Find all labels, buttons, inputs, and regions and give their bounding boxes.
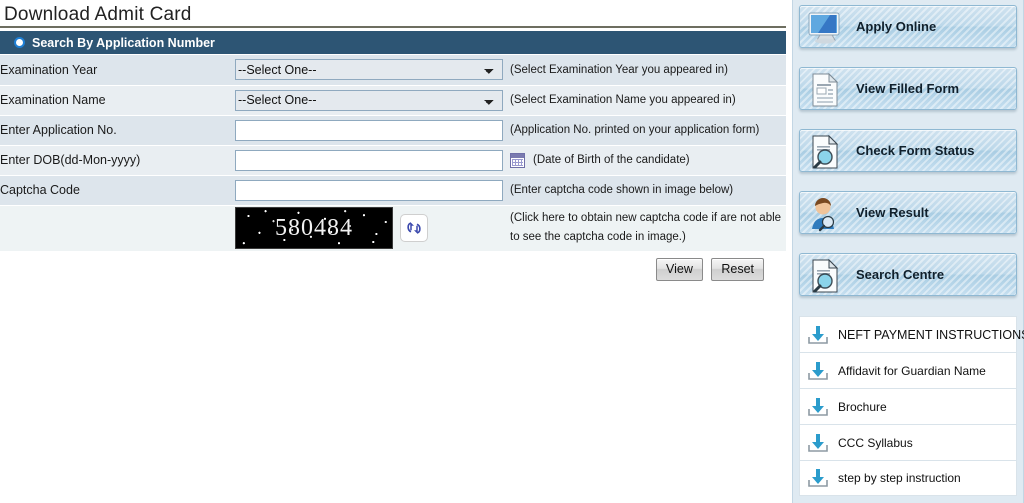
sidebar-item-label: View Result <box>856 205 929 220</box>
download-link-affidavit-for-guardian-name[interactable]: Affidavit for Guardian Name <box>799 352 1017 388</box>
examination-year-select[interactable]: --Select One-- <box>235 59 503 81</box>
captcha-row: 580484 <box>235 207 510 249</box>
radio-selected-icon[interactable] <box>14 37 25 48</box>
sidebar-item-label: Check Form Status <box>856 143 975 158</box>
panel-header-label: Search By Application Number <box>32 35 215 50</box>
download-link-step-by-step-instruction[interactable]: step by step instruction <box>799 460 1017 496</box>
sidebar-nav-list: Apply Online View Filled Form Check Form… <box>793 0 1023 296</box>
field-captcha-code <box>235 175 510 206</box>
user-icon <box>804 193 846 235</box>
form-button-bar: View Reset <box>0 251 786 281</box>
view-button[interactable]: View <box>656 257 703 281</box>
application-no-input[interactable] <box>235 119 503 141</box>
captcha-spacer-cell <box>0 205 235 252</box>
form-row-captcha-image: 580484 (Click here to obtain new captcha… <box>0 205 786 252</box>
label-dob: Enter DOB(dd-Mon-yyyy) <box>0 145 235 176</box>
download-icon <box>806 431 830 455</box>
captcha-code-input[interactable] <box>235 179 503 201</box>
field-examination-name: --Select One-- <box>235 85 510 116</box>
document-search-icon <box>804 255 846 297</box>
download-link-label: step by step instruction <box>838 471 961 485</box>
download-icon <box>806 359 830 383</box>
label-application-no: Enter Application No. <box>0 115 235 146</box>
hint-examination-year: (Select Examination Year you appeared in… <box>510 55 786 86</box>
download-link-brochure[interactable]: Brochure <box>799 388 1017 424</box>
sidebar-item-apply-online[interactable]: Apply Online <box>799 5 1017 48</box>
download-link-ccc-syllabus[interactable]: CCC Syllabus <box>799 424 1017 460</box>
sidebar-item-search-centre[interactable]: Search Centre <box>799 253 1017 296</box>
search-panel: Search By Application Number Examination… <box>0 31 786 252</box>
captcha-code-text: 580484 <box>275 214 353 241</box>
download-icon <box>806 466 830 490</box>
calendar-icon[interactable] <box>510 152 525 168</box>
document-search-icon <box>804 131 846 173</box>
field-examination-year: --Select One-- <box>235 55 510 86</box>
page-root: Download Admit Card Search By Applicatio… <box>0 0 1024 503</box>
download-link-label: Affidavit for Guardian Name <box>838 363 986 378</box>
sidebar-item-label: Search Centre <box>856 267 945 282</box>
form-row-examination-year: Examination Year --Select One-- (Select … <box>0 55 786 86</box>
sidebar-item-label: View Filled Form <box>856 81 960 96</box>
refresh-icon[interactable] <box>400 214 428 242</box>
form-row-dob: Enter DOB(dd-Mon-yyyy) (Date of Birth of… <box>0 145 786 176</box>
monitor-icon <box>804 7 846 49</box>
download-links-list: NEFT PAYMENT INSTRUCTIONS Affidavit for … <box>793 316 1024 496</box>
form-row-application-no: Enter Application No. (Application No. p… <box>0 115 786 146</box>
captcha-image: 580484 <box>235 207 393 249</box>
page-title: Download Admit Card <box>0 0 786 28</box>
download-link-neft-payment-instructions[interactable]: NEFT PAYMENT INSTRUCTIONS <box>799 316 1024 352</box>
download-icon <box>806 323 830 347</box>
field-application-no <box>235 115 510 146</box>
hint-captcha-code: (Enter captcha code shown in image below… <box>510 175 786 206</box>
download-link-label: Brochure <box>838 399 887 414</box>
dob-input[interactable] <box>235 149 503 171</box>
sidebar: Apply Online View Filled Form Check Form… <box>792 0 1024 503</box>
download-link-label: CCC Syllabus <box>838 435 913 450</box>
dob-hint-wrapper: (Date of Birth of the candidate) <box>510 152 786 168</box>
hint-application-no: (Application No. printed on your applica… <box>510 115 786 146</box>
hint-dob: (Date of Birth of the candidate) <box>510 145 786 176</box>
form-row-captcha-code: Captcha Code (Enter captcha code shown i… <box>0 175 786 206</box>
hint-examination-name: (Select Examination Name you appeared in… <box>510 85 786 116</box>
label-examination-year: Examination Year <box>0 55 235 86</box>
download-link-label: NEFT PAYMENT INSTRUCTIONS <box>838 327 1024 342</box>
hint-dob-text: (Date of Birth of the candidate) <box>533 154 690 166</box>
download-icon <box>806 395 830 419</box>
form-row-examination-name: Examination Name --Select One-- (Select … <box>0 85 786 116</box>
sidebar-item-label: Apply Online <box>856 19 937 34</box>
document-form-icon <box>804 69 846 111</box>
dob-wrapper <box>235 149 510 171</box>
examination-name-select[interactable]: --Select One-- <box>235 89 503 111</box>
sidebar-item-check-form-status[interactable]: Check Form Status <box>799 129 1017 172</box>
label-examination-name: Examination Name <box>0 85 235 116</box>
main-content: Download Admit Card Search By Applicatio… <box>0 0 786 503</box>
captcha-hint: (Click here to obtain new captcha code i… <box>510 205 786 252</box>
sidebar-item-view-filled-form[interactable]: View Filled Form <box>799 67 1017 110</box>
reset-button[interactable]: Reset <box>711 257 764 281</box>
search-form-table: Examination Year --Select One-- (Select … <box>0 55 786 252</box>
panel-header: Search By Application Number <box>0 31 786 55</box>
captcha-image-cell: 580484 <box>235 205 510 252</box>
field-dob <box>235 145 510 176</box>
sidebar-item-view-result[interactable]: View Result <box>799 191 1017 234</box>
label-captcha-code: Captcha Code <box>0 175 235 206</box>
